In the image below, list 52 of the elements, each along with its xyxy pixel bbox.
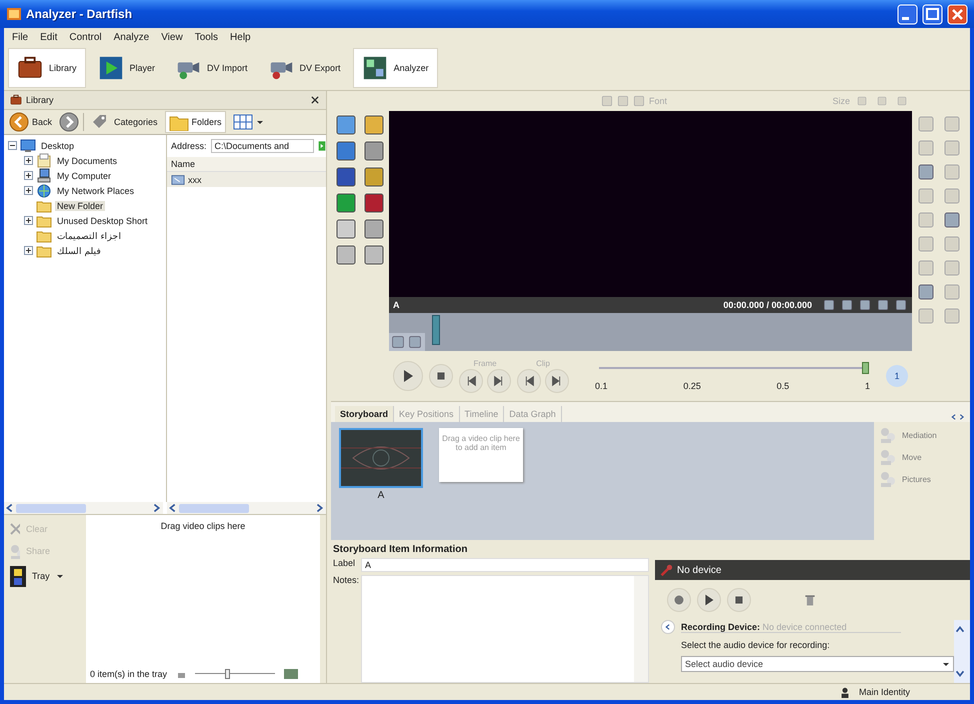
menu-item[interactable]: Analyze (114, 32, 150, 42)
tree-item[interactable]: Desktop (39, 140, 76, 150)
tree-item[interactable]: My Network Places (55, 186, 136, 196)
drop-hint: Drag video clips here (160, 520, 246, 533)
file-row[interactable]: xxx (167, 172, 326, 187)
back-button[interactable]: Back (6, 111, 56, 133)
tick-label: 0.5 (776, 381, 790, 391)
mode-button[interactable]: Library (8, 48, 86, 88)
view-tab[interactable]: Categories (88, 111, 161, 133)
tree-item[interactable]: اجزاء التصميمات (55, 230, 124, 240)
column-header[interactable]: Name (167, 157, 326, 172)
tray-action[interactable]: Tray (8, 565, 82, 587)
tick-label: 1 (864, 381, 870, 391)
address-label: Address: (171, 141, 207, 151)
device-header: No device (655, 560, 970, 580)
mode-button[interactable]: DV Import (167, 48, 256, 88)
tree-item[interactable]: My Computer (55, 170, 114, 180)
view-tab[interactable]: Folders (164, 111, 226, 133)
time-readout: 00:00.000 / 00:00.000 (723, 300, 812, 310)
panel-title: Library (26, 95, 54, 105)
clip-label: Clip (536, 359, 550, 368)
instruction-text: Select the audio device for recording: (680, 640, 831, 650)
menu-item[interactable]: Edit (40, 32, 58, 42)
notes-caption: Notes: (333, 575, 357, 587)
device-dropdown[interactable]: Select audio device (681, 656, 954, 672)
tick-label: 0.25 (683, 381, 701, 391)
menu-item[interactable]: Help (230, 32, 251, 42)
mode-button[interactable]: Analyzer (352, 48, 438, 88)
section-title: Storyboard Item Information (333, 544, 468, 555)
mode-button[interactable]: DV Export (260, 48, 349, 88)
window-title: Analyzer - Dartfish (26, 7, 132, 21)
speed-button[interactable]: 1 (886, 365, 908, 387)
tree-item[interactable]: فيلم السلك (55, 246, 103, 256)
item-label: A (378, 490, 384, 501)
menu-item[interactable]: View (161, 32, 183, 42)
tray-count: 0 item(s) in the tray (90, 669, 168, 679)
mode-button[interactable]: Player (90, 48, 164, 88)
tab[interactable]: Storyboard (335, 406, 394, 422)
menu-item[interactable]: Control (69, 32, 102, 42)
label-field[interactable]: A (361, 558, 649, 572)
clip-label: A (393, 300, 400, 310)
tree-item[interactable]: New Folder (55, 200, 106, 210)
frame-label: Frame (473, 359, 497, 368)
tick-label: 0.1 (595, 381, 608, 391)
label-caption: Label (333, 558, 356, 570)
tree-item[interactable]: My Documents (55, 156, 120, 166)
address-field[interactable]: C:\Documents and (210, 139, 314, 153)
menu-item[interactable]: Tools (194, 32, 218, 42)
recording-device-line: Recording Device: No device connected (681, 622, 901, 632)
identity-label: Main Identity (858, 687, 910, 697)
tree-item[interactable]: Unused Desktop Short (55, 216, 150, 226)
menu-item[interactable]: File (12, 32, 28, 42)
